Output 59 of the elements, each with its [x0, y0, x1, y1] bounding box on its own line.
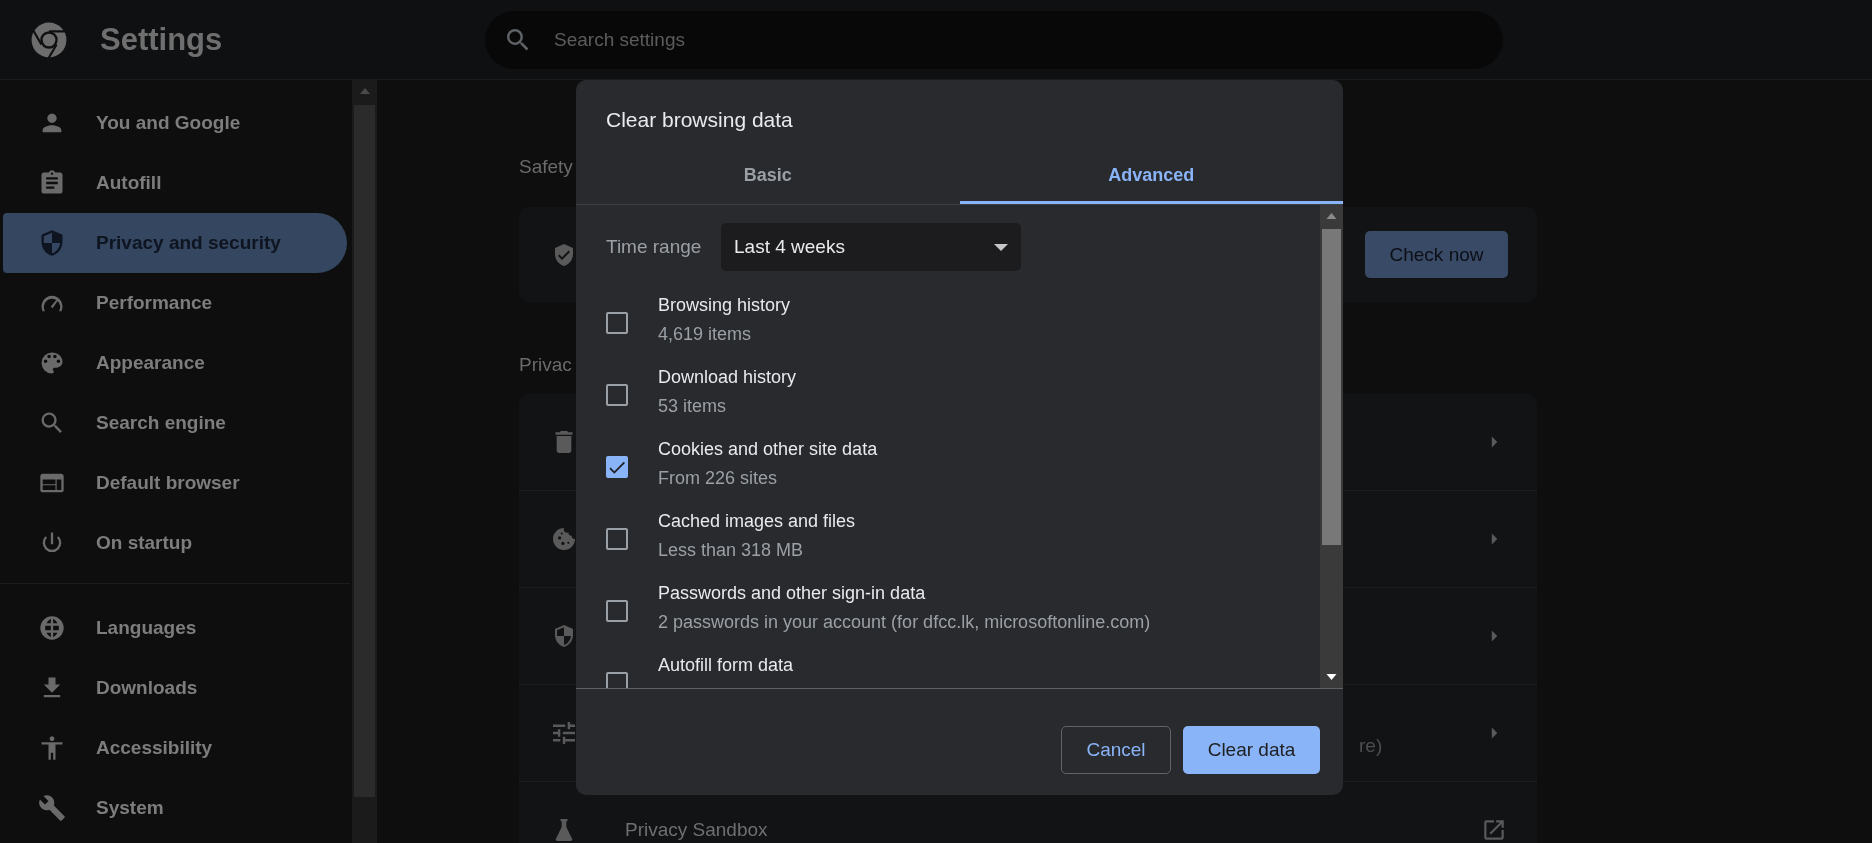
option-detail: 53 items: [658, 396, 728, 417]
tab[interactable]: Basic: [576, 150, 960, 204]
section-heading: Privac: [519, 354, 572, 376]
checkbox[interactable]: [606, 600, 628, 622]
globe-icon: [38, 614, 66, 642]
sidebar-item[interactable]: Autofill: [0, 153, 347, 213]
sliders-icon: [553, 722, 575, 744]
flask-icon: [553, 819, 575, 841]
option-title: Autofill form data: [658, 655, 794, 676]
shield-icon: [553, 625, 575, 647]
option-title: Cached images and files: [658, 511, 856, 532]
option-detail: From 226 sites: [658, 468, 779, 489]
row-subtitle: re): [1359, 735, 1384, 757]
sidebar-item[interactable]: Languages: [0, 598, 347, 658]
page-title: Settings: [100, 21, 224, 58]
sidebar-item[interactable]: System: [0, 778, 347, 838]
sidebar-item[interactable]: You and Google: [0, 93, 347, 153]
sidebar-item[interactable]: Accessibility: [0, 718, 347, 778]
time-range-dropdown[interactable]: Last 4 weeks: [721, 223, 1021, 271]
checkbox[interactable]: [606, 672, 628, 688]
check-icon: [609, 460, 625, 474]
wrench-icon: [38, 794, 66, 822]
tab[interactable]: Advanced: [959, 150, 1343, 204]
checkbox[interactable]: [606, 528, 628, 550]
section-heading: Safety: [519, 156, 573, 178]
external-link-icon[interactable]: [1481, 817, 1507, 843]
browser-logo-icon: [30, 20, 68, 59]
search-icon: [507, 28, 529, 51]
clear-data-button[interactable]: Clear data: [1183, 726, 1320, 774]
row-title: Privacy Sandbox: [625, 819, 769, 841]
cookie-icon: [553, 528, 575, 550]
option-detail: 2 passwords in your account (for dfcc.lk, microsoftonline.com): [658, 612, 1151, 633]
option-title: Download history: [658, 367, 797, 388]
sidebar-item[interactable]: On startup: [0, 513, 347, 573]
scrollbar[interactable]: [1320, 205, 1343, 688]
checkbox[interactable]: [606, 384, 628, 406]
sidebar-item[interactable]: Default browser: [0, 453, 347, 513]
sidebar-item[interactable]: Search engine: [0, 393, 347, 453]
dialog-title: Clear browsing data: [605, 107, 794, 133]
scrollbar[interactable]: [352, 80, 377, 843]
scroll-down-arrow-icon[interactable]: [1326, 674, 1337, 680]
cancel-button[interactable]: Cancel: [1061, 726, 1171, 774]
option-title: Browsing history: [658, 295, 791, 316]
option-title: Passwords and other sign-in data: [658, 583, 927, 604]
option-title: Cookies and other site data: [658, 439, 878, 460]
trash-icon: [553, 431, 575, 453]
scroll-up-arrow-icon[interactable]: [360, 88, 370, 94]
caret-icon: [994, 243, 1008, 251]
option-detail: 4,619 items: [658, 324, 753, 345]
checkbox[interactable]: [606, 312, 628, 334]
checkbox[interactable]: [606, 456, 628, 478]
sidebar-item[interactable]: Downloads: [0, 658, 347, 718]
time-range-label: Time range: [606, 236, 703, 258]
search-field[interactable]: Search settings: [485, 10, 1503, 69]
scroll-up-arrow-icon[interactable]: [1326, 213, 1337, 219]
shield-check-icon: [552, 241, 576, 268]
sidebar-item[interactable]: Appearance: [0, 333, 347, 393]
option-detail: Less than 318 MB: [658, 540, 805, 561]
sidebar-item[interactable]: Performance: [0, 273, 347, 333]
